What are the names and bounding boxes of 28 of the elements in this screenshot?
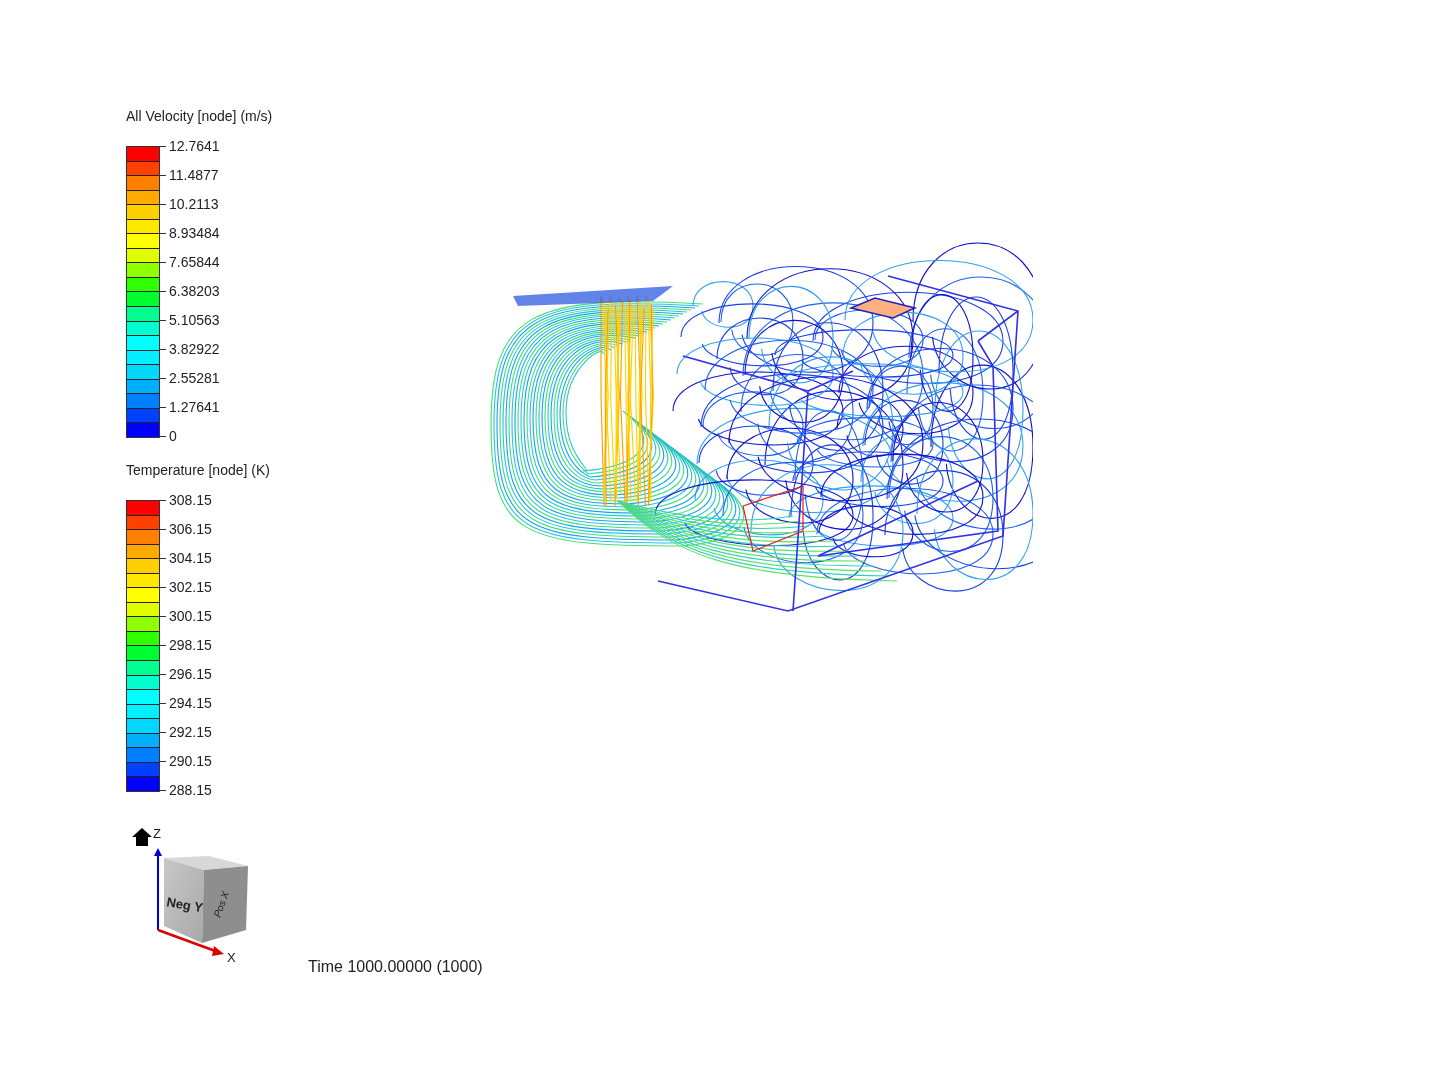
scale-label: 8.93484	[169, 225, 220, 241]
z-axis-label: Z	[153, 826, 161, 841]
scale-label: 290.15	[169, 753, 212, 769]
x-axis-label: X	[227, 950, 236, 965]
scale-label: 300.15	[169, 608, 212, 624]
scale-label: 3.82922	[169, 341, 220, 357]
home-icon[interactable]	[132, 828, 152, 846]
scale-label: 0	[169, 428, 177, 444]
scale-label: 12.7641	[169, 138, 220, 154]
scale-label: 11.4877	[169, 167, 219, 183]
scale-label: 302.15	[169, 579, 212, 595]
scale-label: 288.15	[169, 782, 212, 798]
scale-label: 294.15	[169, 695, 212, 711]
scale-label: 304.15	[169, 550, 212, 566]
scale-label: 2.55281	[169, 370, 220, 386]
legend-title: All Velocity [node] (m/s)	[126, 108, 274, 124]
scale-label: 10.2113	[169, 196, 219, 212]
scale-label: 296.15	[169, 666, 212, 682]
scale-label: 7.65844	[169, 254, 220, 270]
scale-label: 306.15	[169, 521, 212, 537]
scale-label: 6.38203	[169, 283, 220, 299]
legend-title: Temperature [node] (K)	[126, 462, 271, 478]
scale-label: 298.15	[169, 637, 212, 653]
time-label: Time 1000.00000 (1000)	[308, 958, 483, 976]
scale-label: 5.10563	[169, 312, 220, 328]
scale-label: 308.15	[169, 492, 212, 508]
scale-label: 292.15	[169, 724, 212, 740]
scale-label: 1.27641	[169, 399, 220, 415]
